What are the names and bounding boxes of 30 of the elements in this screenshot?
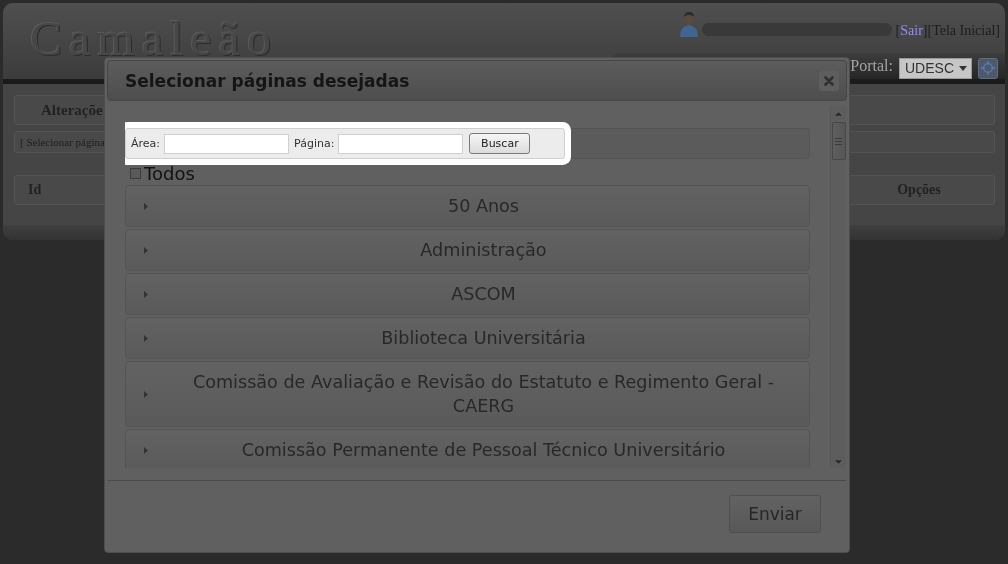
close-button[interactable] bbox=[819, 70, 839, 91]
page-label: Página: bbox=[294, 137, 335, 150]
caret-icon bbox=[144, 446, 148, 454]
close-icon bbox=[824, 75, 834, 86]
portal-label: Portal: bbox=[850, 57, 893, 75]
checkbox[interactable] bbox=[130, 168, 141, 179]
user-icon bbox=[678, 11, 699, 37]
crosshair-icon bbox=[981, 61, 995, 75]
scroll-down-icon[interactable] bbox=[835, 460, 842, 464]
accordion-header[interactable]: Administração bbox=[125, 229, 810, 271]
caret-icon bbox=[144, 246, 148, 254]
select-all-label: Todos bbox=[144, 163, 195, 184]
area-input[interactable] bbox=[164, 133, 290, 154]
area-label: Área: bbox=[131, 137, 161, 150]
crosshair-button[interactable] bbox=[978, 57, 998, 79]
page-input[interactable] bbox=[338, 133, 464, 154]
scrollbar-thumb[interactable] bbox=[831, 122, 846, 160]
caret-icon bbox=[144, 290, 148, 298]
caret-icon bbox=[144, 334, 148, 342]
accordion-header[interactable]: Biblioteca Universitária bbox=[125, 317, 810, 359]
header-link[interactable]: [Sair] bbox=[895, 23, 928, 39]
accordion-header[interactable]: ASCOM bbox=[125, 273, 810, 315]
dialog-title: Selecionar páginas desejadas bbox=[125, 70, 410, 91]
caret-icon bbox=[959, 65, 967, 71]
submit-button[interactable]: Enviar bbox=[729, 495, 821, 533]
search-button[interactable]: Buscar bbox=[469, 133, 531, 154]
portal-select[interactable]: UDESC bbox=[899, 57, 972, 79]
caret-icon bbox=[144, 390, 148, 398]
scroll-up-icon[interactable] bbox=[835, 112, 842, 116]
caret-icon bbox=[144, 202, 148, 210]
